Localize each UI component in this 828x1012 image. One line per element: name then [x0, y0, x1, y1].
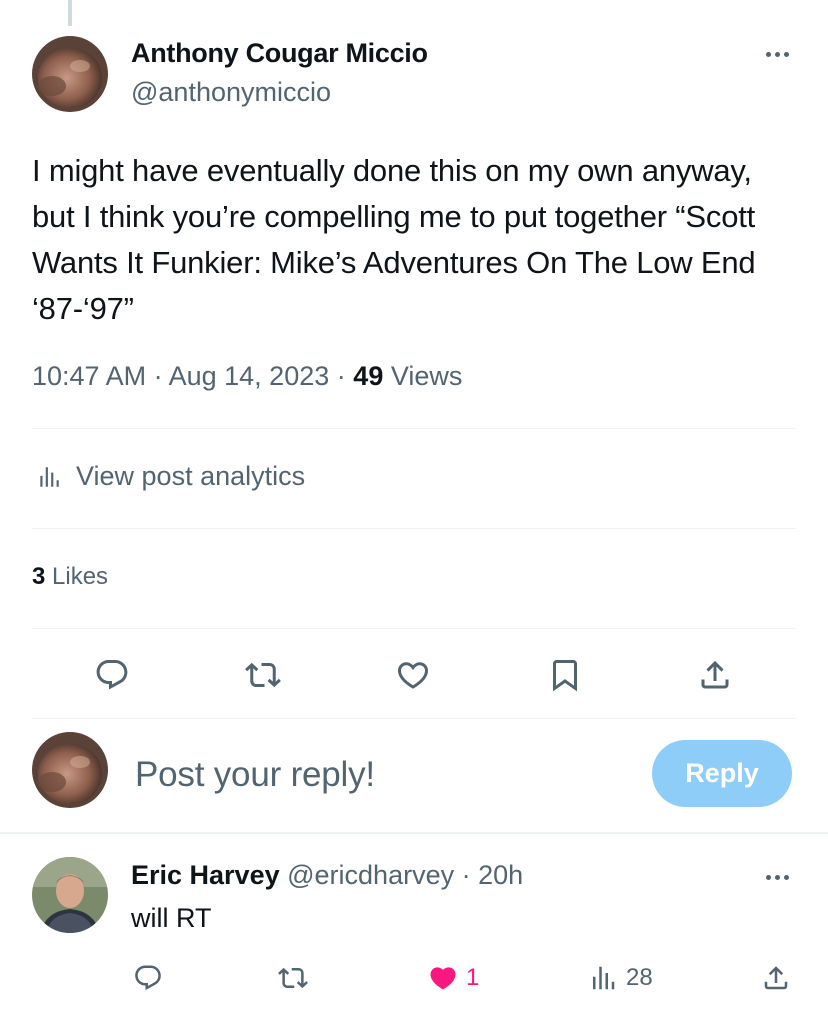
meta-separator: ·	[336, 361, 346, 391]
reply-author-avatar[interactable]	[32, 857, 108, 933]
reply-more-options-icon[interactable]	[766, 875, 789, 880]
divider	[0, 832, 828, 834]
reply-icon	[135, 965, 161, 991]
share-icon	[764, 966, 788, 990]
like-filled-icon	[430, 967, 456, 990]
reply-repost-button[interactable]	[278, 963, 308, 993]
reply-header: Eric Harvey @ericdharvey · 20h	[131, 860, 523, 891]
reply-reply-button[interactable]	[133, 963, 163, 993]
reply-views-count: 28	[626, 964, 653, 991]
author-name[interactable]: Anthony Cougar Miccio	[131, 38, 428, 69]
more-options-icon[interactable]	[766, 52, 789, 57]
reply-share-button[interactable]	[761, 963, 791, 993]
repost-icon[interactable]	[245, 657, 281, 693]
divider	[32, 428, 796, 429]
likes-count[interactable]: 3 Likes	[32, 563, 108, 591]
reply-input[interactable]: Post your reply!	[135, 755, 375, 795]
divider	[32, 718, 796, 719]
reply-author-handle[interactable]: @ericdharvey	[287, 860, 454, 890]
divider	[32, 628, 796, 629]
reply-time[interactable]: · 20h	[462, 860, 524, 890]
view-analytics-link[interactable]: View post analytics	[36, 461, 305, 492]
analytics-icon	[593, 966, 615, 990]
like-icon[interactable]	[395, 657, 431, 693]
views-count: 49	[353, 361, 384, 391]
bookmark-icon[interactable]	[547, 657, 583, 693]
likes-number: 3	[32, 563, 46, 590]
share-icon[interactable]	[697, 657, 733, 693]
analytics-icon	[40, 466, 59, 487]
analytics-label: View post analytics	[76, 461, 306, 491]
likes-label: Likes	[52, 563, 109, 590]
views-label: Views	[390, 361, 463, 391]
reply-button[interactable]: Reply	[652, 740, 792, 807]
thread-connector-line	[68, 0, 72, 26]
author-handle[interactable]: @anthonymiccio	[131, 77, 331, 108]
post-meta: 10:47 AM · Aug 14, 2023 · 49 Views	[32, 361, 462, 392]
meta-separator: ·	[153, 361, 163, 391]
reply-text: will RT	[131, 903, 212, 933]
post-date[interactable]: Aug 14, 2023	[169, 361, 330, 391]
reply-like-count: 1	[466, 964, 480, 991]
repost-icon	[278, 967, 308, 989]
reply-like-button[interactable]: 1	[428, 963, 479, 993]
author-avatar[interactable]	[32, 36, 108, 112]
post-text: I might have eventually done this on my …	[32, 153, 756, 326]
divider	[32, 528, 796, 529]
reply-views-button[interactable]: 28	[588, 963, 653, 993]
composer-avatar	[32, 732, 108, 808]
reply-icon[interactable]	[94, 657, 130, 693]
post-time[interactable]: 10:47 AM	[32, 361, 146, 391]
reply-author-name[interactable]: Eric Harvey	[131, 860, 280, 890]
